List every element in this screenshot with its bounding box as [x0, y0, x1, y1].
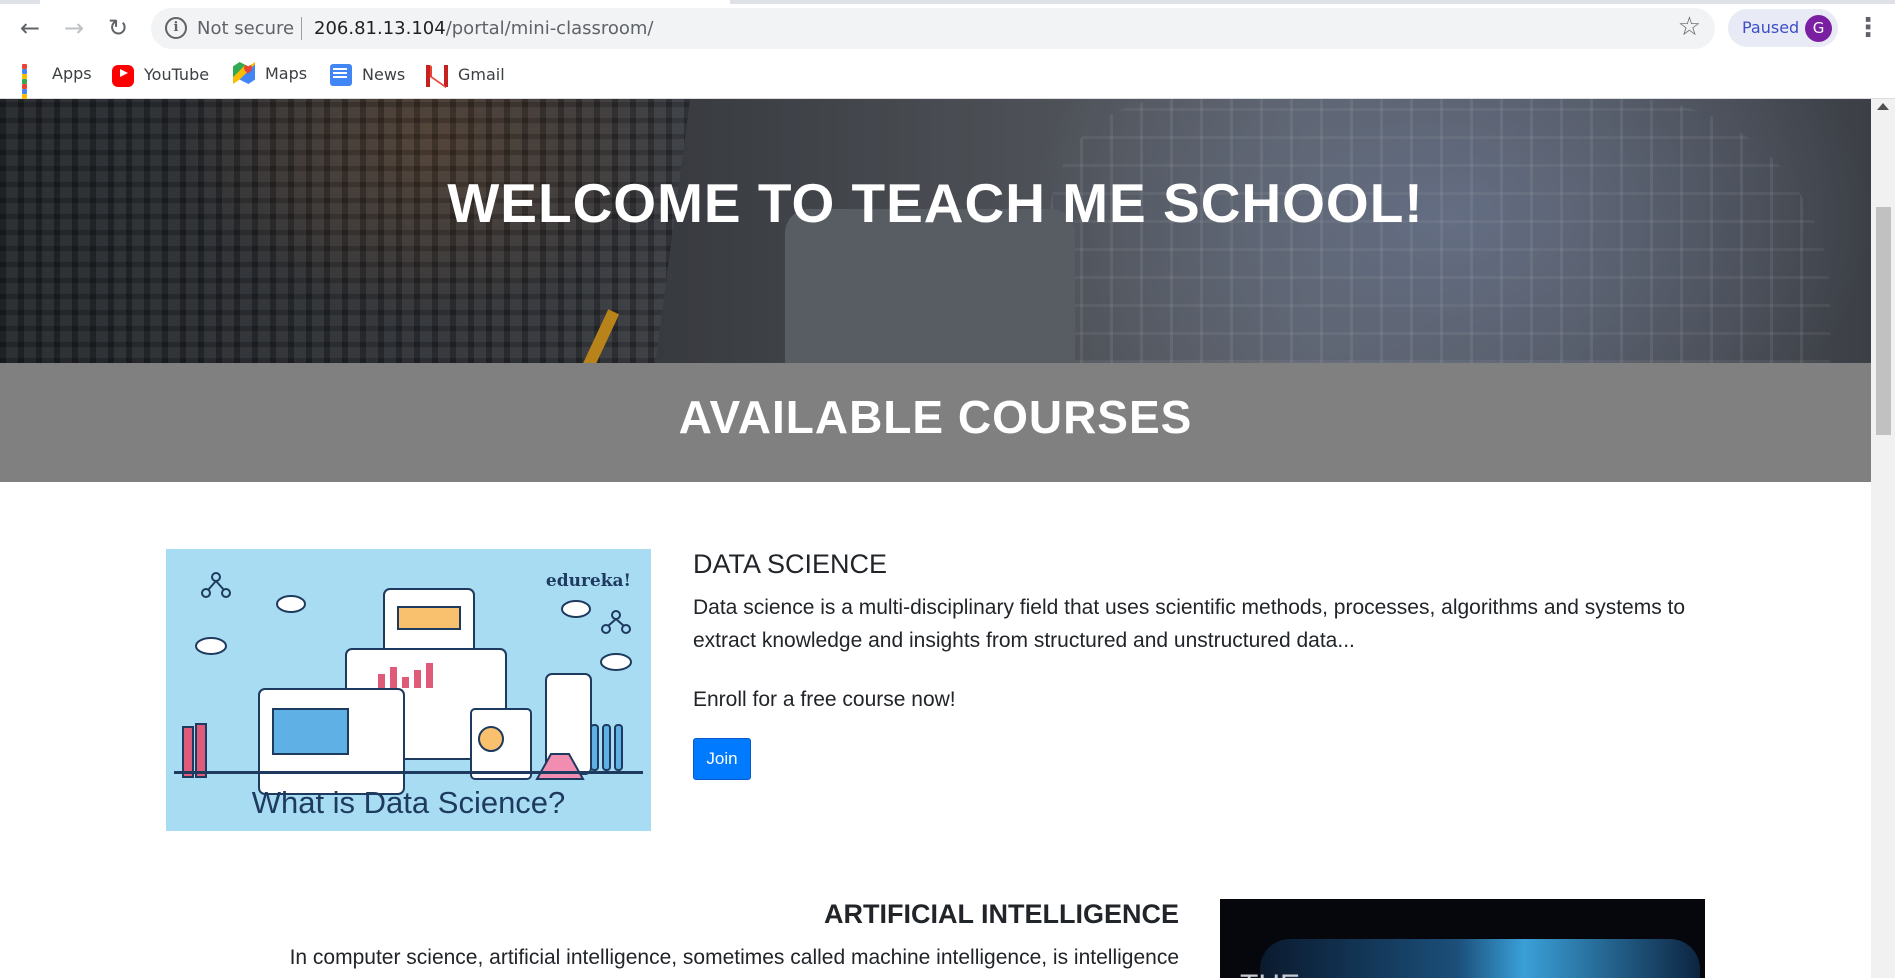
arrow-left-icon: ←	[19, 14, 41, 42]
back-button[interactable]: ←	[14, 12, 46, 44]
bookmark-apps[interactable]: Apps	[20, 62, 92, 109]
course-cta: Enroll for a free course now!	[693, 688, 956, 711]
browser-chrome: ← → ↻ i Not secure 206.81.13.104/portal/…	[0, 0, 1895, 109]
page-viewport: WELCOME TO TEACH ME SCHOOL! AVAILABLE CO…	[0, 99, 1871, 978]
reload-icon: ↻	[107, 14, 129, 42]
bookmark-news[interactable]: News	[330, 62, 405, 86]
gmail-icon	[426, 65, 448, 87]
avatar: G	[1805, 15, 1832, 42]
url-path: /portal/mini-classroom/	[445, 18, 654, 39]
ai-image-text: THE	[1240, 969, 1300, 978]
bookmark-label: News	[362, 64, 406, 84]
illustration-base-line	[174, 771, 643, 774]
ai-image-glow	[1260, 939, 1700, 978]
address-bar[interactable]: i Not secure 206.81.13.104/portal/mini-c…	[151, 8, 1715, 49]
bookmark-label: YouTube	[144, 65, 210, 84]
bookmark-youtube[interactable]: YouTube	[112, 62, 209, 87]
course-image: edureka! What is Data Science?	[166, 549, 651, 831]
course-description: In computer science, artificial intellig…	[289, 946, 1179, 969]
course-image: THE	[1220, 899, 1705, 978]
profile-button[interactable]: Paused G	[1728, 9, 1838, 47]
image-caption: What is Data Science?	[251, 785, 566, 820]
reload-button[interactable]: ↻	[102, 12, 134, 44]
bookmark-gmail[interactable]: Gmail	[426, 62, 505, 87]
section-header-band: AVAILABLE COURSES	[0, 363, 1871, 482]
news-icon	[330, 64, 352, 86]
image-brand: edureka!	[545, 571, 631, 591]
scroll-up-arrow-icon[interactable]	[1877, 103, 1889, 110]
section-title: AVAILABLE COURSES	[678, 391, 1193, 443]
menu-kebab-icon[interactable]: ⋮	[1855, 10, 1881, 46]
security-label[interactable]: Not secure	[197, 18, 294, 39]
url-text[interactable]: 206.81.13.104/portal/mini-classroom/	[314, 18, 654, 39]
bookmark-label: Maps	[265, 63, 308, 83]
bookmarks-bar: Apps YouTube Maps News Gmail	[0, 58, 1895, 109]
hero-banner: WELCOME TO TEACH ME SCHOOL!	[0, 99, 1871, 363]
info-icon[interactable]: i	[165, 17, 187, 39]
course-description: Data science is a multi-disciplinary fie…	[693, 596, 1686, 652]
tab-strip	[0, 0, 1895, 4]
bookmark-star-icon[interactable]: ☆	[1678, 12, 1701, 42]
hero-title: WELCOME TO TEACH ME SCHOOL!	[447, 172, 1424, 234]
course-title: ARTIFICIAL INTELLIGENCE	[824, 899, 1179, 929]
bookmark-label: Gmail	[458, 65, 505, 84]
join-button[interactable]: Join	[693, 738, 751, 780]
apps-grid-icon	[20, 62, 42, 109]
bookmark-label: Apps	[52, 63, 92, 83]
divider	[301, 17, 302, 40]
page-scrollbar[interactable]	[1871, 99, 1895, 978]
youtube-icon	[112, 65, 134, 87]
active-tab[interactable]	[40, 0, 730, 4]
maps-icon	[233, 62, 255, 84]
forward-button[interactable]: →	[58, 12, 90, 44]
profile-status: Paused	[1742, 18, 1800, 37]
bookmark-maps[interactable]: Maps	[233, 62, 307, 84]
arrow-right-icon: →	[63, 14, 85, 42]
course-title: DATA SCIENCE	[693, 549, 888, 579]
scrollbar-thumb[interactable]	[1876, 207, 1891, 435]
url-host: 206.81.13.104	[314, 18, 446, 39]
